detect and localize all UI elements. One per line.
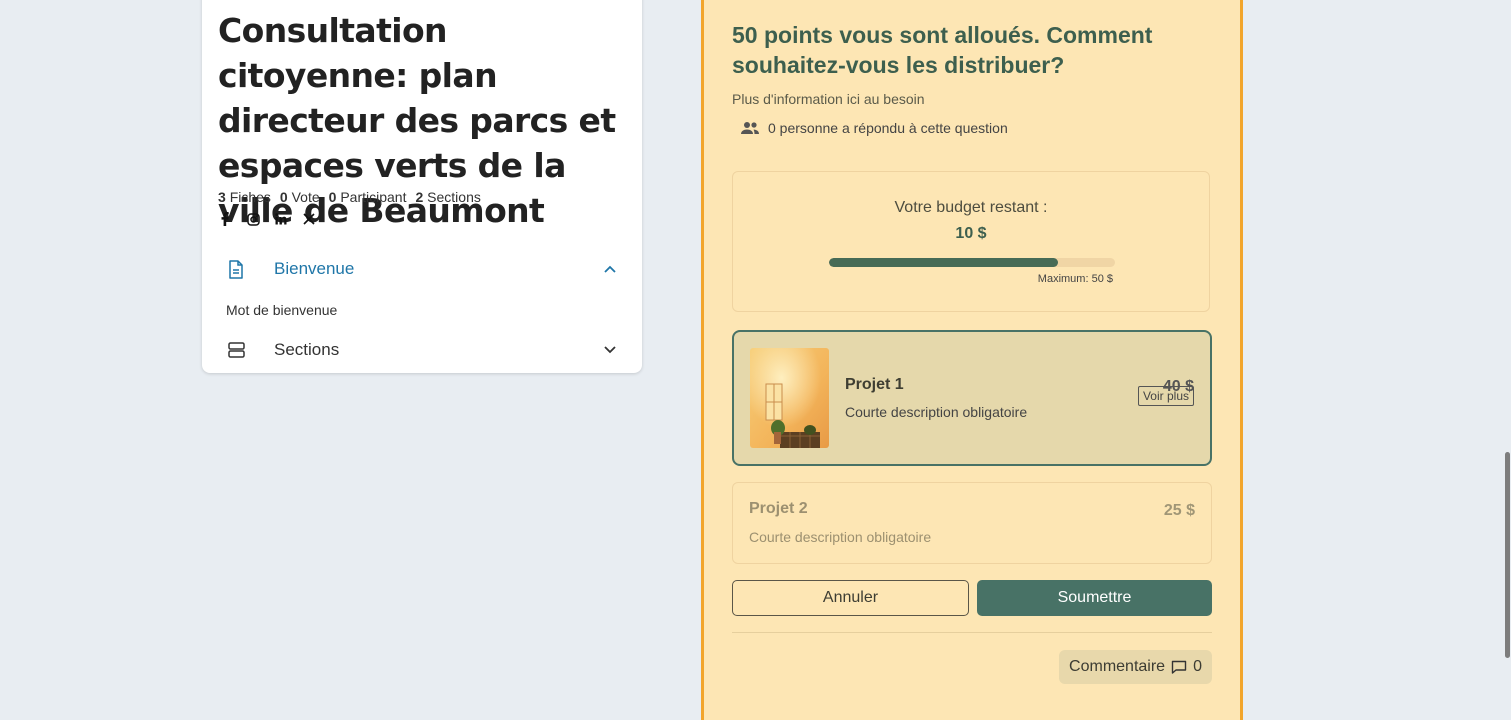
x-icon[interactable] <box>302 212 316 226</box>
accordion-sections-label: Sections <box>274 340 340 359</box>
budget-progress-fill <box>829 258 1058 267</box>
stats-row: 3 Fiches 0 Vote 0 Participant 2 Sections <box>218 189 481 205</box>
comment-label: Commentaire <box>1069 658 1166 675</box>
accordion-item-mot-de-bienvenue[interactable]: Mot de bienvenue <box>226 302 337 318</box>
project-card-1[interactable]: Projet 1 Courte description obligatoire … <box>732 330 1212 466</box>
linkedin-icon[interactable] <box>274 212 288 226</box>
page-scrollbar[interactable] <box>1503 0 1511 703</box>
budget-progress-bar <box>829 258 1115 267</box>
question-title: 50 points vous sont alloués. Comment sou… <box>732 22 1153 78</box>
cancel-button[interactable]: Annuler <box>732 580 969 616</box>
people-icon <box>740 121 760 135</box>
question-help-text: Plus d'information ici au besoin <box>732 91 925 107</box>
comment-icon <box>1171 660 1187 674</box>
comment-count: 0 <box>1193 658 1202 675</box>
budget-label: Votre budget restant : <box>894 199 1048 216</box>
chevron-down-icon[interactable] <box>602 342 618 358</box>
stat-votes: 0 Vote <box>279 189 320 205</box>
project-2-description: Courte description obligatoire <box>749 529 932 545</box>
comment-button[interactable]: Commentaire 0 <box>1059 650 1212 684</box>
project-1-description: Courte description obligatoire <box>845 404 1028 420</box>
divider <box>732 632 1212 633</box>
voir-plus-button[interactable]: Voir plus <box>1137 386 1194 406</box>
accordion-sections[interactable]: Sections <box>226 335 618 365</box>
accordion-bienvenue[interactable]: Bienvenue <box>226 254 618 284</box>
project-2-name: Projet 2 <box>749 500 808 517</box>
submit-button[interactable]: Soumettre <box>977 580 1212 616</box>
social-links <box>218 212 316 226</box>
budget-remaining-value: 10 $ <box>955 225 987 242</box>
project-2-price: 25 $ <box>1163 502 1195 519</box>
instagram-icon[interactable] <box>246 212 260 226</box>
scrollbar-thumb[interactable] <box>1505 452 1510 658</box>
consultation-card: Consultation citoyenne: plan directeur d… <box>202 0 642 373</box>
accordion-bienvenue-label: Bienvenue <box>274 259 355 278</box>
budget-box: Votre budget restant : 10 $ Maximum: 50 … <box>732 171 1210 312</box>
sections-icon <box>226 340 246 360</box>
facebook-icon[interactable] <box>218 212 232 226</box>
project-image <box>750 348 829 448</box>
respondents-count: 0 personne a répondu à cette question <box>740 120 1008 136</box>
chevron-up-icon[interactable] <box>602 261 618 277</box>
project-1-name: Projet 1 <box>845 376 904 393</box>
respondents-label: 0 personne a répondu à cette question <box>768 120 1008 136</box>
document-icon <box>226 259 246 279</box>
stat-participants: 0 Participant <box>328 189 407 205</box>
stat-sections: 2 Sections <box>415 189 481 205</box>
question-panel: 50 points vous sont alloués. Comment sou… <box>701 0 1243 720</box>
project-card-2[interactable]: Projet 2 Courte description obligatoire … <box>732 482 1212 564</box>
budget-maximum: Maximum: 50 $ <box>1037 273 1113 285</box>
stat-fiches: 3 Fiches <box>218 189 271 205</box>
